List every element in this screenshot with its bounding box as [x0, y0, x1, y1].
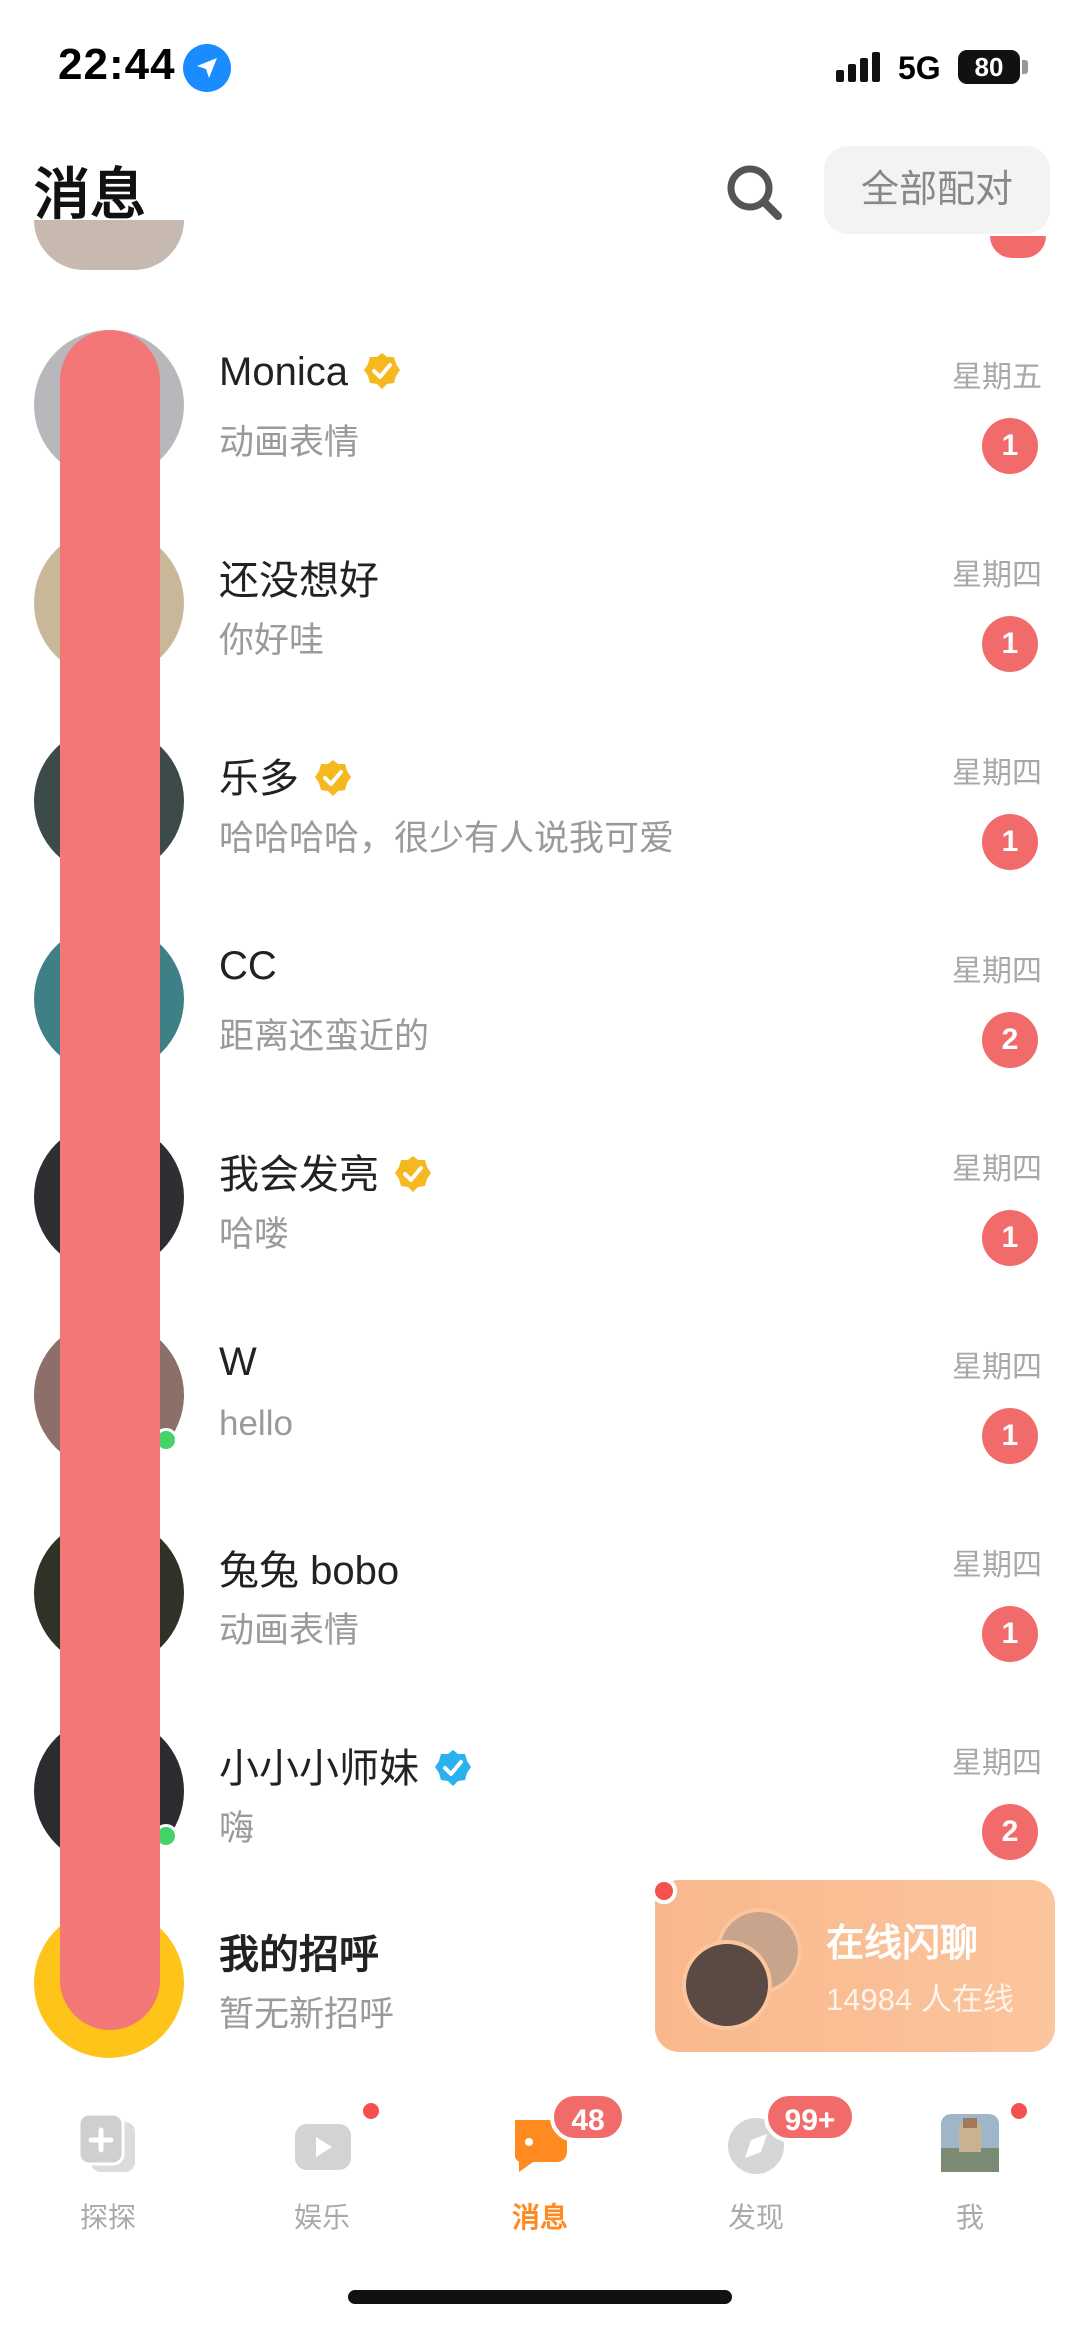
tab-label: 消息: [511, 2202, 568, 2233]
all-pairs-button[interactable]: 全部配对: [824, 146, 1050, 234]
battery-tip: [1022, 60, 1028, 74]
tab-me[interactable]: 我: [900, 2100, 1040, 2250]
contact-name: 兔兔 bobo: [219, 1538, 399, 1596]
message-day: 星期五: [952, 361, 1042, 394]
list-item[interactable]: Monica 动画表情 星期五 1: [0, 330, 1080, 528]
unread-badge: 1: [982, 616, 1038, 672]
message-preview: 动画表情: [219, 423, 360, 462]
unread-badge: [990, 236, 1046, 258]
message-day: 星期四: [952, 955, 1042, 988]
status-time: 22:44: [58, 40, 176, 89]
unread-badge: 2: [982, 1012, 1038, 1068]
contact-name-text: 乐多: [219, 757, 299, 801]
contact-name-text: 兔兔 bobo: [219, 1549, 400, 1593]
message-day: 星期四: [952, 1153, 1042, 1186]
message-preview: 你好哇: [219, 621, 325, 660]
contact-name: CC: [219, 944, 277, 989]
unread-badge: 2: [982, 1804, 1038, 1860]
tab-label: 娱乐: [293, 2202, 350, 2233]
online-chat-count: 14984 人在线: [826, 1982, 1014, 2017]
unread-badge: 1: [982, 814, 1038, 870]
message-day: 星期四: [952, 1351, 1042, 1384]
contact-name-text: 小小小师妹: [219, 1747, 419, 1791]
contact-name: 我会发亮: [219, 1142, 433, 1200]
message-preview: 距离还蛮近的: [219, 1017, 430, 1056]
contact-name-text: 还没想好: [219, 559, 379, 603]
tab-entertainment[interactable]: 娱乐: [252, 2100, 392, 2250]
profile-avatar-icon: [935, 2108, 1005, 2178]
verified-badge-icon: [393, 1154, 433, 1194]
tab-tantan[interactable]: 探探: [38, 2100, 178, 2250]
cellular-signal-icon: [836, 52, 884, 82]
contact-name-text: 我会发亮: [219, 1153, 379, 1197]
avatar: [682, 1940, 772, 2030]
unread-badge: 1: [982, 1408, 1038, 1464]
contact-name: W: [219, 1340, 257, 1385]
message-day: 星期四: [952, 1747, 1042, 1780]
contact-name: Monica: [219, 350, 402, 395]
tab-label: 我: [955, 2202, 984, 2233]
notification-dot: [360, 2100, 382, 2122]
greetings-subtitle: 暂无新招呼: [219, 1995, 395, 2034]
verified-badge-icon: [313, 758, 353, 798]
message-preview: 哈哈哈哈，很少有人说我可爱: [219, 819, 675, 858]
tantan-icon: [73, 2108, 143, 2178]
contact-name-text: CC: [219, 944, 277, 988]
unread-count-badge: 99+: [764, 2092, 856, 2142]
redaction-scribble: [60, 330, 160, 2030]
location-icon: [183, 44, 231, 92]
unread-badge: 1: [982, 1606, 1038, 1662]
contact-name-text: W: [219, 1340, 257, 1384]
avatar[interactable]: [34, 220, 184, 270]
page-title: 消息: [34, 163, 146, 226]
message-preview: 嗨: [219, 1809, 255, 1848]
tab-label: 探探: [79, 2202, 136, 2233]
message-preview: hello: [219, 1404, 293, 1443]
status-bar: 22:44 5G 80: [0, 0, 1080, 140]
list-item[interactable]: 乐多哈哈哈哈，很少有人说我可爱 星期四 1: [0, 726, 1080, 924]
unread-badge: 1: [982, 418, 1038, 474]
verified-badge-icon: [362, 351, 402, 391]
online-chat-title: 在线闪聊: [826, 1923, 979, 1965]
tab-label: 发现: [727, 2202, 784, 2233]
unread-badge: 1: [982, 1210, 1038, 1266]
battery-level: 80: [958, 50, 1020, 84]
tab-discover[interactable]: 99+ 发现: [686, 2092, 856, 2250]
unread-count-badge: 48: [550, 2092, 626, 2142]
contact-name: 乐多: [219, 746, 353, 804]
network-type: 5G: [898, 50, 941, 86]
list-item[interactable]: Whello 星期四 1: [0, 1320, 1080, 1518]
list-item[interactable]: 还没想好你好哇 星期四 1: [0, 528, 1080, 726]
play-icon: [287, 2108, 357, 2178]
tab-messages[interactable]: 48 消息: [470, 2092, 626, 2250]
contact-name: 还没想好: [219, 548, 379, 606]
contact-name-text: Monica: [219, 350, 348, 394]
search-icon[interactable]: [720, 158, 790, 228]
message-preview: 哈喽: [219, 1215, 290, 1254]
list-item[interactable]: CC 距离还蛮近的 星期四 2: [0, 924, 1080, 1122]
list-item[interactable]: 兔兔 bobo 动画表情 星期四 1: [0, 1518, 1080, 1716]
home-indicator: [348, 2290, 732, 2304]
message-day: 星期四: [952, 757, 1042, 790]
verified-badge-icon: [433, 1748, 473, 1788]
message-day: 星期四: [952, 1549, 1042, 1582]
contact-name: 小小小师妹: [219, 1736, 473, 1794]
message-preview: 动画表情: [219, 1611, 360, 1650]
notification-dot: [1008, 2100, 1030, 2122]
greetings-title: 我的招呼: [219, 1933, 379, 1977]
notification-dot: [651, 1878, 677, 1904]
message-day: 星期四: [952, 559, 1042, 592]
list-item[interactable]: 我会发亮哈喽 星期四 1: [0, 1122, 1080, 1320]
tab-bar: 探探 娱乐 48 消息 99+ 发现 我: [0, 2080, 1080, 2260]
